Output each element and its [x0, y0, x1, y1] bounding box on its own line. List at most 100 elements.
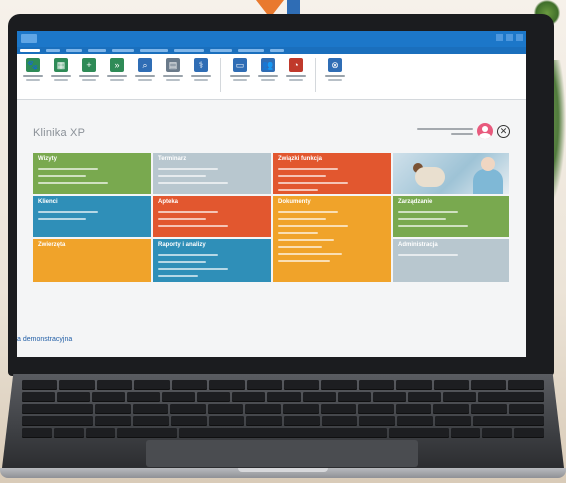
- tile-terminarz[interactable]: Terminarz: [153, 153, 271, 194]
- tile-link[interactable]: [278, 168, 338, 170]
- tile-apteka[interactable]: Apteka: [153, 196, 271, 237]
- tile-link[interactable]: [278, 211, 338, 213]
- tile-title: Dokumenty: [278, 199, 311, 205]
- tile-title: Związki funkcja: [278, 156, 323, 162]
- calendar-icon: ▦: [54, 58, 68, 72]
- menu-item[interactable]: [66, 49, 82, 52]
- tile-link[interactable]: [278, 253, 342, 255]
- avatar[interactable]: [477, 123, 493, 139]
- tile-link[interactable]: [278, 246, 322, 248]
- ribbon-button-calendar-grid[interactable]: ▤: [161, 58, 185, 81]
- ribbon-separator: [220, 58, 221, 92]
- laptop-keyboard-deck: [0, 374, 566, 483]
- tile-title: Zarządzanie: [398, 199, 433, 205]
- ribbon-button-users[interactable]: 👥: [256, 58, 280, 81]
- ribbon-button-logout[interactable]: ⊗: [323, 58, 347, 81]
- ribbon-button-paw[interactable]: 🐾: [21, 58, 45, 81]
- tile-link[interactable]: [278, 260, 330, 262]
- menu-item[interactable]: [46, 49, 60, 52]
- menu-item[interactable]: [88, 49, 106, 52]
- tile-link[interactable]: [278, 225, 348, 227]
- quick-visit-icon: »: [110, 58, 124, 72]
- tile-link[interactable]: [158, 225, 228, 227]
- tile-link[interactable]: [398, 254, 458, 256]
- ribbon-button-document[interactable]: ▭: [228, 58, 252, 81]
- tile-zwiazki[interactable]: Związki funkcja: [273, 153, 391, 194]
- tile-link[interactable]: [38, 175, 86, 177]
- tile-klienci[interactable]: Klienci: [33, 196, 151, 237]
- tile-link[interactable]: [398, 218, 446, 220]
- footer-status: a demonstracyjna: [17, 336, 73, 343]
- tile-link[interactable]: [158, 261, 206, 263]
- close-icon[interactable]: ✕: [497, 124, 510, 138]
- tile-link[interactable]: [158, 168, 218, 170]
- tile-title: Zwierzęta: [38, 242, 66, 248]
- ribbon-button-new-visit[interactable]: +: [77, 58, 101, 81]
- tile-zwierzeta[interactable]: Zwierzęta: [33, 239, 151, 282]
- menu-item[interactable]: [140, 49, 168, 52]
- tile-dokumenty[interactable]: Dokumenty: [273, 196, 391, 282]
- tile-link[interactable]: [278, 232, 318, 234]
- app-window: 🐾 ▦ + » ⌕ ▤ ⚕ ▭ 👥 ◔ ⊗ Klinika XP ✕ Wizyty Terminarz…: [17, 31, 526, 357]
- tile-link[interactable]: [158, 268, 228, 270]
- tile-link[interactable]: [38, 182, 108, 184]
- minimize-icon[interactable]: [496, 34, 503, 41]
- tile-link[interactable]: [158, 218, 206, 220]
- ribbon-button-stethoscope[interactable]: ⚕: [189, 58, 213, 81]
- maximize-icon[interactable]: [506, 34, 513, 41]
- user-name: [417, 127, 473, 135]
- ribbon-button-pie-chart[interactable]: ◔: [284, 58, 308, 81]
- menu-item[interactable]: [112, 49, 134, 52]
- tile-link[interactable]: [278, 182, 348, 184]
- system-menu-icon[interactable]: [21, 34, 37, 43]
- pie-chart-icon: ◔: [289, 58, 303, 72]
- window-controls: [496, 34, 523, 41]
- keyboard: [22, 380, 545, 438]
- document-icon: ▭: [233, 58, 247, 72]
- stethoscope-icon: ⚕: [194, 58, 208, 72]
- tile-link[interactable]: [278, 218, 326, 220]
- tile-link[interactable]: [278, 175, 326, 177]
- tile-link[interactable]: [278, 189, 318, 191]
- tile-link[interactable]: [158, 275, 198, 277]
- tile-link[interactable]: [278, 239, 334, 241]
- tile-link[interactable]: [398, 211, 458, 213]
- menu-item[interactable]: [210, 49, 232, 52]
- tile-zarzadzanie[interactable]: Zarządzanie: [393, 196, 509, 237]
- tile-wizyty[interactable]: Wizyty: [33, 153, 151, 194]
- tile-title: Wizyty: [38, 156, 57, 162]
- menu-item[interactable]: [20, 49, 40, 52]
- tile-link[interactable]: [38, 168, 98, 170]
- close-window-icon[interactable]: [516, 34, 523, 41]
- tile-administracja[interactable]: Administracja: [393, 239, 509, 282]
- menu-item[interactable]: [270, 49, 284, 52]
- logout-icon: ⊗: [328, 58, 342, 72]
- tile-title: Apteka: [158, 199, 179, 205]
- ribbon-separator: [315, 58, 316, 92]
- menu-bar: [17, 47, 526, 54]
- ribbon-button-calendar[interactable]: ▦: [49, 58, 73, 81]
- users-icon: 👥: [261, 58, 275, 72]
- tile-link[interactable]: [158, 211, 218, 213]
- trackpad: [146, 440, 418, 467]
- ribbon-button-search[interactable]: ⌕: [133, 58, 157, 81]
- tile-link[interactable]: [38, 218, 86, 220]
- tile-title: Raporty i analizy: [158, 242, 206, 248]
- menu-item[interactable]: [174, 49, 204, 52]
- tile-photo: [393, 153, 509, 194]
- tile-title: Administracja: [398, 242, 438, 248]
- new-visit-icon: +: [82, 58, 96, 72]
- tile-link[interactable]: [158, 182, 228, 184]
- ribbon-toolbar: 🐾 ▦ + » ⌕ ▤ ⚕ ▭ 👥 ◔ ⊗: [17, 54, 526, 100]
- tile-link[interactable]: [398, 225, 468, 227]
- tile-link[interactable]: [158, 175, 206, 177]
- ribbon-button-quick-visit[interactable]: »: [105, 58, 129, 81]
- user-panel: ✕: [417, 123, 510, 139]
- tile-raporty[interactable]: Raporty i analizy: [153, 239, 271, 282]
- menu-item[interactable]: [238, 49, 264, 52]
- laptop-lid-notch: [238, 468, 328, 472]
- page-title: Klinika XP: [33, 127, 86, 139]
- tile-link[interactable]: [38, 211, 98, 213]
- calendar-grid-icon: ▤: [166, 58, 180, 72]
- tile-link[interactable]: [158, 254, 218, 256]
